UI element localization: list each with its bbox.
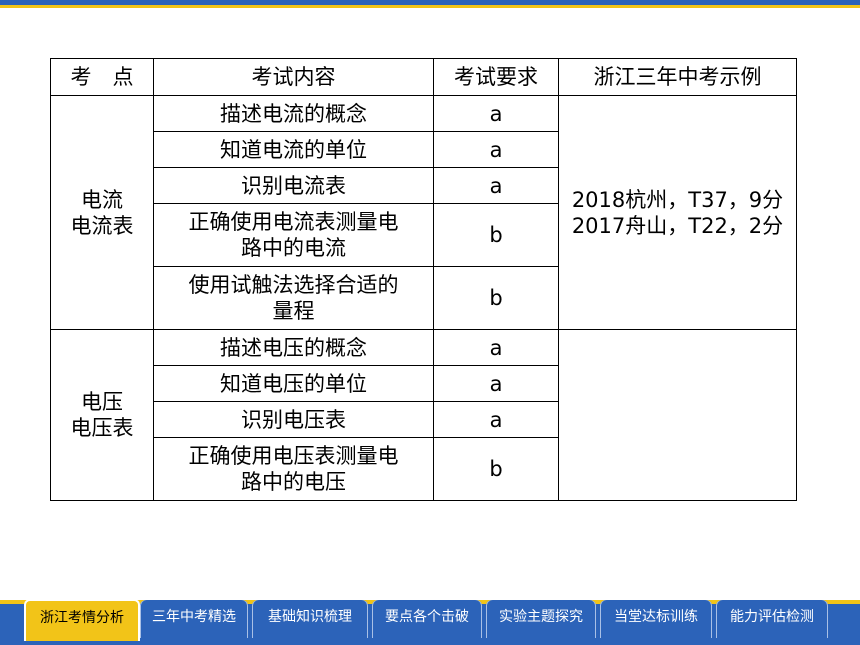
topic-current: 电流 电流表 [50, 95, 154, 330]
table-header-row: 考 点 考试内容 考试要求 浙江三年中考示例 [50, 58, 797, 96]
tab-experiment-inquiry[interactable]: 实验主题探究 [486, 600, 596, 638]
level-cell: a [433, 329, 559, 366]
level-cell: a [433, 401, 559, 438]
content-line: 正确使用电流表测量电 [188, 210, 399, 234]
example-line: 2017舟山，T22，2分 [571, 213, 784, 238]
header-exam-content: 考试内容 [153, 58, 434, 96]
tab-zhejiang-exam-analysis[interactable]: 浙江考情分析 [24, 599, 140, 641]
content-cell: 正确使用电流表测量电 路中的电流 [153, 203, 434, 267]
level-cell: a [433, 131, 559, 168]
level-cell: a [433, 167, 559, 204]
content-cell: 识别电压表 [153, 401, 434, 438]
table-row: 电压 电压表 描述电压的概念 a [50, 329, 797, 501]
content-cell: 正确使用电压表测量电 路中的电压 [153, 437, 434, 501]
top-decorative-bar [0, 0, 860, 10]
content-cell: 描述电压的概念 [153, 329, 434, 366]
topic-voltage-line2: 电压表 [70, 416, 134, 440]
topic-current-line1: 电流 [81, 187, 123, 212]
header-exam-requirement: 考试要求 [433, 58, 559, 96]
bottom-navigation-bar: 浙江考情分析 三年中考精选 基础知识梳理 要点各个击破 实验主题探究 当堂达标训… [0, 597, 860, 645]
tab-basic-knowledge-review[interactable]: 基础知识梳理 [252, 600, 368, 638]
content-cell: 知道电流的单位 [153, 131, 434, 168]
exam-points-table: 考 点 考试内容 考试要求 浙江三年中考示例 电流 电流表 描述电流的概念 a … [50, 58, 797, 501]
level-cell: b [433, 203, 559, 267]
level-cell: a [433, 95, 559, 132]
tab-key-points[interactable]: 要点各个击破 [372, 600, 482, 638]
content-line: 路中的电压 [241, 470, 346, 494]
level-cell: a [433, 365, 559, 402]
topic-voltage: 电压 电压表 [50, 329, 154, 501]
tab-three-year-exam-selection[interactable]: 三年中考精选 [140, 600, 248, 638]
content-line: 路中的电流 [241, 236, 346, 260]
tab-in-class-practice[interactable]: 当堂达标训练 [600, 600, 712, 638]
tab-ability-assessment[interactable]: 能力评估检测 [716, 600, 828, 638]
content-cell: 知道电压的单位 [153, 365, 434, 402]
content-cell: 描述电流的概念 [153, 95, 434, 132]
top-yellow-stripe [0, 5, 860, 8]
topic-current-line2: 电流表 [70, 213, 134, 238]
content-line: 量程 [272, 299, 315, 323]
header-exam-examples: 浙江三年中考示例 [558, 58, 797, 96]
examples-voltage [558, 329, 797, 501]
example-line: 2018杭州，T37，9分 [571, 187, 784, 212]
level-cell: b [433, 266, 559, 330]
examples-current: 2018杭州，T37，9分 2017舟山，T22，2分 [558, 95, 797, 330]
header-exam-point: 考 点 [50, 58, 154, 96]
table-row: 电流 电流表 描述电流的概念 a 2018杭州，T37，9分 2017舟山，T2… [50, 95, 797, 330]
topic-voltage-line1: 电压 [81, 390, 123, 414]
content-cell: 识别电流表 [153, 167, 434, 204]
level-cell: b [433, 437, 559, 501]
content-line: 正确使用电压表测量电 [188, 444, 399, 468]
content-cell: 使用试触法选择合适的 量程 [153, 266, 434, 330]
content-line: 使用试触法选择合适的 [188, 273, 399, 297]
